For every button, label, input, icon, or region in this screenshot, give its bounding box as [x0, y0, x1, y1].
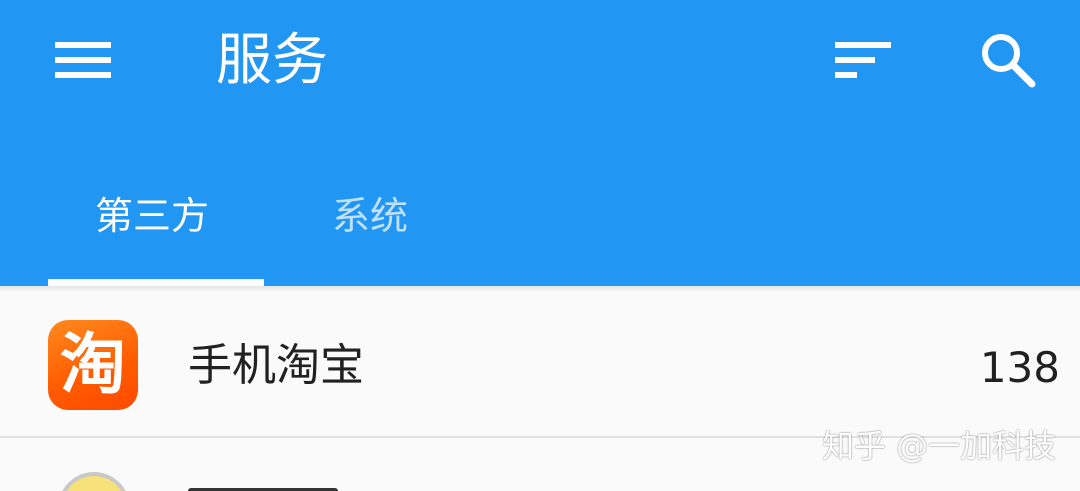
menu-button[interactable]	[50, 30, 116, 90]
app-name: 手机淘宝	[188, 340, 364, 391]
search-icon	[982, 34, 1036, 88]
app-bar: 服务 第三方 系统	[0, 0, 1080, 286]
active-tab-indicator	[48, 279, 264, 286]
list-item[interactable]: 淘 手机淘宝 138	[0, 292, 1080, 438]
sort-button[interactable]	[830, 30, 896, 90]
sort-icon	[835, 42, 891, 78]
partial-app-name	[188, 482, 338, 491]
app-icon-glyph: 淘	[60, 326, 126, 403]
page-title: 服务	[216, 28, 328, 93]
tab-system[interactable]: 系统	[332, 186, 408, 246]
hamburger-menu-icon	[55, 42, 111, 78]
partial-app-icon	[58, 472, 130, 491]
watermark: 知乎 @一加科技	[822, 427, 1057, 465]
tab-third-party[interactable]: 第三方	[95, 186, 209, 246]
search-button[interactable]	[972, 24, 1042, 94]
service-count: 138	[979, 343, 1060, 392]
taobao-app-icon: 淘	[48, 320, 138, 410]
